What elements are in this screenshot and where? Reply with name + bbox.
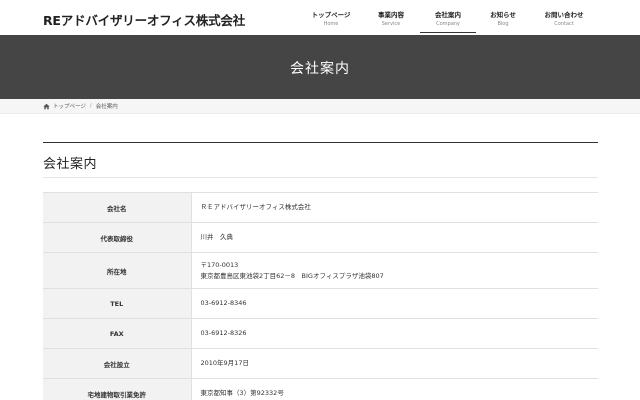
breadcrumb: トップページ / 会社案内 bbox=[0, 99, 640, 114]
table-row: 代表取締役 川井 久典 bbox=[43, 222, 598, 253]
site-logo[interactable]: REアドバイザリーオフィス株式会社 bbox=[43, 10, 245, 29]
row-value: 東京都知事（3）第92332号 bbox=[200, 389, 284, 398]
nav-label-jp: 会社案内 bbox=[435, 11, 461, 19]
row-label: 代表取締役 bbox=[43, 222, 192, 253]
breadcrumb-separator: / bbox=[89, 103, 92, 109]
row-label: 所在地 bbox=[43, 252, 192, 289]
page-title: 会社案内 bbox=[290, 61, 350, 77]
nav-label-jp: お問い合わせ bbox=[544, 11, 584, 19]
row-value: 03-6912-8346 bbox=[200, 299, 247, 308]
breadcrumb-current: 会社案内 bbox=[95, 104, 118, 110]
nav-item-home[interactable]: トップページ Home bbox=[300, 0, 362, 33]
global-nav: トップページ Home 事業内容 Service 会社案内 Company お知… bbox=[300, 0, 600, 35]
nav-label-jp: トップページ bbox=[311, 11, 351, 19]
table-row: 会社名 ＲＥアドバイザリーオフィス株式会社 bbox=[43, 192, 598, 223]
nav-item-contact[interactable]: お問い合わせ Contact bbox=[530, 0, 598, 33]
nav-label-en: Contact bbox=[554, 21, 574, 27]
address-line: 東京都豊島区東池袋2丁目62－8 BIGオフィスプラザ池袋807 bbox=[200, 271, 384, 280]
nav-item-service[interactable]: 事業内容 Service bbox=[362, 0, 420, 33]
row-label: 会社設立 bbox=[43, 348, 192, 379]
site-header: REアドバイザリーオフィス株式会社 トップページ Home 事業内容 Servi… bbox=[0, 0, 640, 35]
nav-label-en: Company bbox=[436, 21, 460, 27]
table-row: 宅地建物取引業免許 東京都知事（3）第92332号 bbox=[43, 378, 598, 400]
table-row: 所在地 〒170-0013 東京都豊島区東池袋2丁目62－8 BIGオフィスプラ… bbox=[43, 252, 598, 289]
nav-label-en: Home bbox=[323, 21, 339, 27]
main-content: 会社案内 会社名 ＲＥアドバイザリーオフィス株式会社 代表取締役 川井 久典 所… bbox=[43, 142, 598, 400]
nav-label-en: Service bbox=[381, 21, 401, 27]
nav-item-company[interactable]: 会社案内 Company bbox=[420, 0, 476, 33]
home-icon[interactable] bbox=[43, 103, 50, 110]
page-title-band: 会社案内 bbox=[0, 35, 640, 99]
breadcrumb-inner: トップページ / 会社案内 bbox=[43, 102, 118, 110]
row-label: 会社名 bbox=[43, 192, 192, 223]
table-row: 会社設立 2010年9月17日 bbox=[43, 348, 598, 379]
row-value: ＲＥアドバイザリーオフィス株式会社 bbox=[200, 203, 311, 212]
row-label: 宅地建物取引業免許 bbox=[43, 378, 192, 400]
nav-label-en: Blog bbox=[497, 21, 509, 27]
nav-item-blog[interactable]: お知らせ Blog bbox=[476, 0, 530, 33]
table-row: FAX 03-6912-8326 bbox=[43, 318, 598, 349]
row-value: 03-6912-8326 bbox=[200, 329, 247, 338]
row-value-address: 〒170-0013 東京都豊島区東池袋2丁目62－8 BIGオフィスプラザ池袋8… bbox=[191, 253, 598, 289]
row-label: FAX bbox=[43, 318, 192, 349]
table-row: TEL 03-6912-8346 bbox=[43, 288, 598, 319]
section-title: 会社案内 bbox=[43, 157, 98, 172]
company-info-table: 会社名 ＲＥアドバイザリーオフィス株式会社 代表取締役 川井 久典 所在地 〒1… bbox=[43, 192, 598, 400]
nav-label-jp: お知らせ bbox=[490, 11, 516, 19]
postal-code: 〒170-0013 bbox=[200, 261, 239, 270]
row-value: 川井 久典 bbox=[200, 233, 234, 242]
row-value: 2010年9月17日 bbox=[200, 359, 249, 368]
breadcrumb-home-link[interactable]: トップページ bbox=[53, 102, 86, 110]
section-heading: 会社案内 bbox=[43, 142, 598, 178]
row-label: TEL bbox=[43, 288, 192, 319]
nav-label-jp: 事業内容 bbox=[378, 11, 404, 19]
